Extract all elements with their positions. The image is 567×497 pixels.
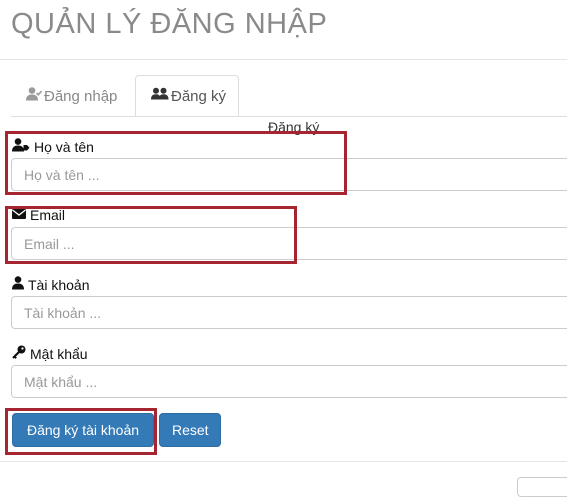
email-label: Email: [12, 207, 65, 223]
user-icon: [12, 276, 28, 293]
users-icon: [151, 87, 171, 105]
user-tag-icon: [12, 138, 34, 155]
fullname-input[interactable]: [11, 158, 567, 191]
key-icon: [12, 345, 30, 362]
page-title: QUẢN LÝ ĐĂNG NHẬP: [11, 8, 328, 40]
tab-login[interactable]: Đăng nhập: [11, 76, 133, 116]
form-legend: Đăng ký: [268, 119, 320, 135]
password-input[interactable]: [11, 365, 567, 398]
email-input[interactable]: [11, 227, 567, 260]
password-label-text: Mật khẩu: [30, 345, 88, 362]
fullname-label-text: Họ và tên: [34, 138, 94, 155]
tab-register-label: Đăng ký: [171, 87, 227, 105]
account-label-text: Tài khoản: [28, 276, 90, 293]
tab-login-label: Đăng nhập: [44, 87, 118, 105]
email-label-text: Email: [30, 207, 66, 223]
user-check-icon: [26, 87, 44, 105]
header-divider: [0, 59, 567, 60]
footer-divider: [0, 461, 567, 462]
tab-register[interactable]: Đăng ký: [135, 75, 239, 117]
fullname-label: Họ và tên: [12, 138, 94, 155]
register-button[interactable]: Đăng ký tài khoản: [12, 413, 154, 447]
account-input[interactable]: [11, 296, 567, 329]
password-label: Mật khẩu: [12, 345, 88, 362]
reset-button[interactable]: Reset: [159, 413, 221, 447]
envelope-icon: [12, 207, 30, 223]
tabs-border: [11, 116, 567, 117]
account-label: Tài khoản: [12, 276, 89, 293]
partial-button[interactable]: [517, 477, 567, 497]
